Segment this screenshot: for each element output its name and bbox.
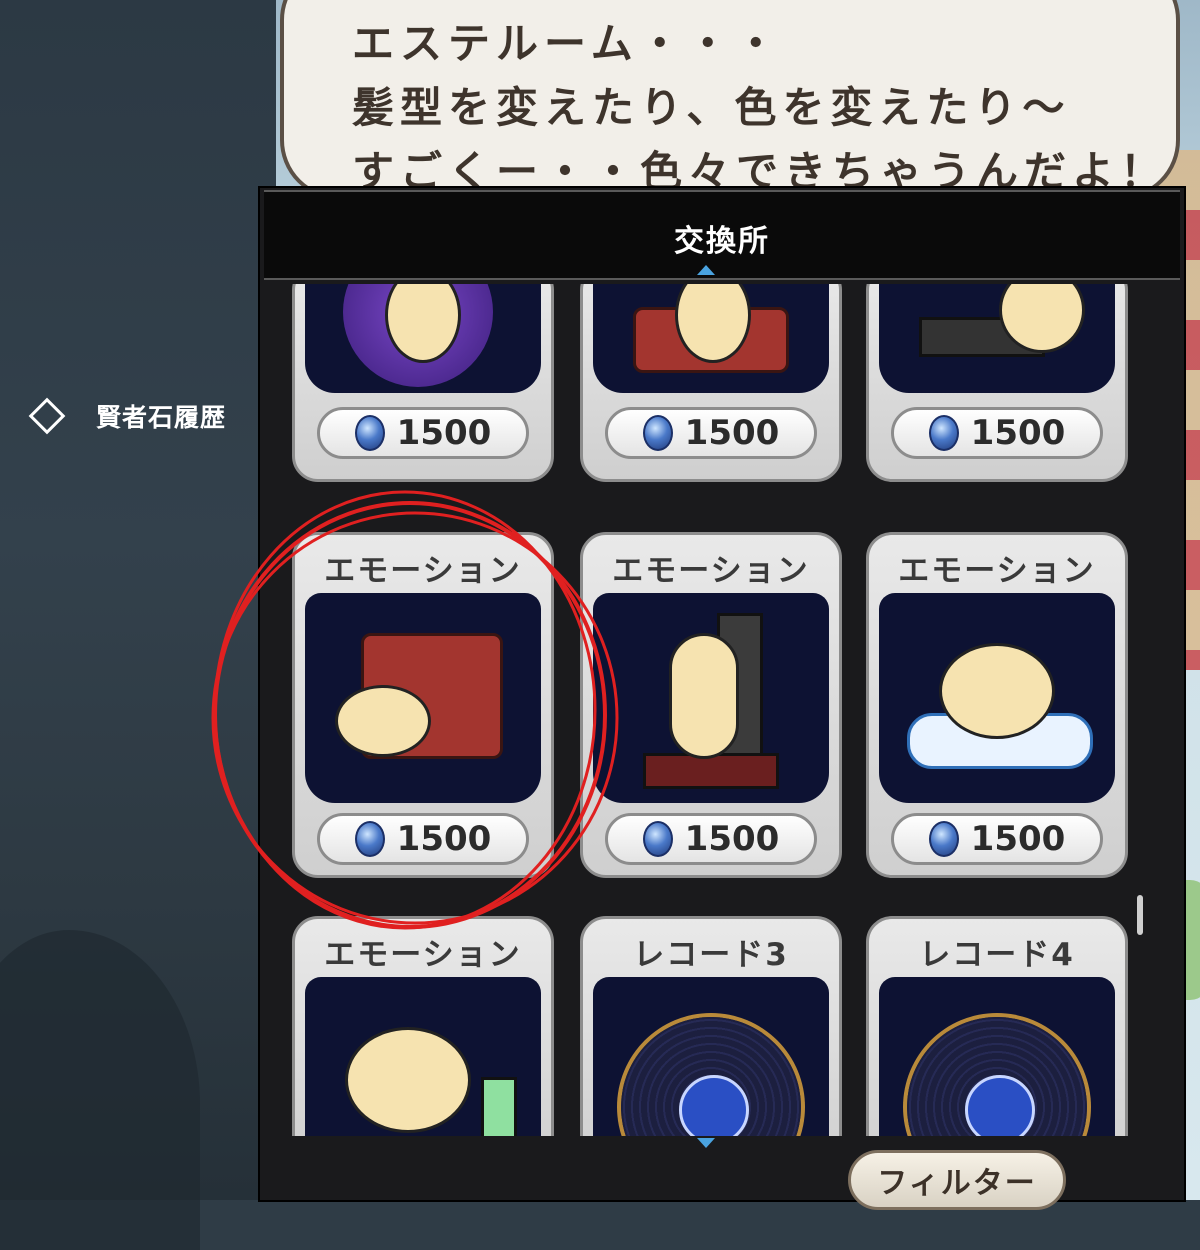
price-tag: 1500 xyxy=(317,813,529,865)
red-box-emote-icon xyxy=(593,284,829,393)
item-grid[interactable]: 1500 1500 1500 エモーション 1500 エモーション 1500 エ… xyxy=(276,284,1156,1136)
panel-header: 交換所 xyxy=(264,190,1180,280)
price-value: 1500 xyxy=(970,413,1066,453)
price-value: 1500 xyxy=(396,819,492,859)
card-title: エモーション xyxy=(324,553,522,589)
bbq-grill-emote-icon xyxy=(879,284,1115,393)
filter-label: フィルター xyxy=(877,1166,1037,1201)
price-tag: 1500 xyxy=(317,407,529,459)
background-left xyxy=(0,0,276,1250)
sidebar-item-label: 賢者石履歴 xyxy=(96,403,227,432)
card-title: エモーション xyxy=(898,553,1096,589)
shop-card[interactable]: レコード3 xyxy=(580,916,842,1136)
price-tag: 1500 xyxy=(605,813,817,865)
wave-swim-emote-icon xyxy=(879,593,1115,803)
record-disc-icon xyxy=(879,977,1115,1136)
diamond-icon xyxy=(28,397,66,435)
price-tag: 1500 xyxy=(891,813,1103,865)
record-disc-icon xyxy=(593,977,829,1136)
gem-icon xyxy=(642,821,673,857)
gem-icon xyxy=(354,821,385,857)
price-value: 1500 xyxy=(684,413,780,453)
scroll-down-arrow-icon[interactable] xyxy=(697,1138,715,1148)
price-value: 1500 xyxy=(684,819,780,859)
shop-card-highlighted[interactable]: エモーション 1500 xyxy=(292,532,554,878)
price-value: 1500 xyxy=(396,413,492,453)
shop-card[interactable]: エモーション 1500 xyxy=(866,532,1128,878)
shop-card[interactable]: 1500 xyxy=(292,284,554,482)
filter-button[interactable]: フィルター xyxy=(848,1150,1066,1210)
shop-card[interactable]: エモーション 1500 xyxy=(580,532,842,878)
sidebar-item-sage-stone-history[interactable]: 賢者石履歴 xyxy=(28,397,227,435)
snack-lounge-emote-icon xyxy=(305,977,541,1136)
card-title: エモーション xyxy=(324,937,522,973)
shop-card[interactable]: 1500 xyxy=(866,284,1128,482)
card-title: エモーション xyxy=(612,553,810,589)
gem-icon xyxy=(642,415,673,451)
price-value: 1500 xyxy=(970,819,1066,859)
speech-text: エステルーム・・・ 髪型を変えたり、色を変えたり〜 すごくー・・色々できちゃうん… xyxy=(352,19,1169,196)
panel-title: 交換所 xyxy=(674,224,770,259)
shadow-mound xyxy=(0,930,200,1250)
gem-icon xyxy=(354,415,385,451)
door-stand-emote-icon xyxy=(593,593,829,803)
card-title: レコード3 xyxy=(633,937,789,973)
shop-card[interactable]: レコード4 xyxy=(866,916,1128,1136)
shop-card[interactable]: 1500 xyxy=(580,284,842,482)
price-tag: 1500 xyxy=(605,407,817,459)
shop-card[interactable]: エモーション xyxy=(292,916,554,1136)
gem-icon xyxy=(928,415,959,451)
gem-icon xyxy=(928,821,959,857)
mimic-chest-emote-icon xyxy=(305,593,541,803)
scrollbar-thumb[interactable] xyxy=(1137,895,1143,935)
price-tag: 1500 xyxy=(891,407,1103,459)
scroll-up-arrow-icon[interactable] xyxy=(697,265,715,275)
card-title: レコード4 xyxy=(919,937,1075,973)
purple-magic-emote-icon xyxy=(305,284,541,393)
